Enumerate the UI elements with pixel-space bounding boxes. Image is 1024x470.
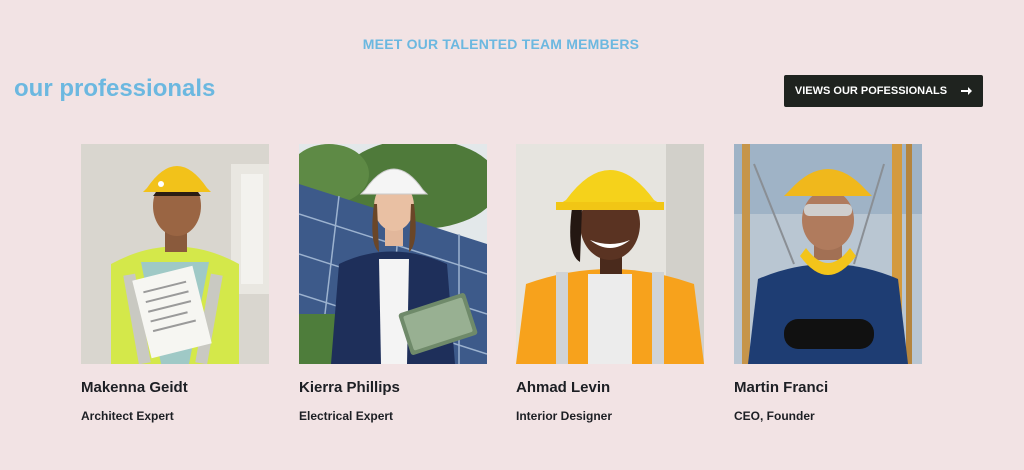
team-member-photo (299, 144, 487, 364)
team-member-role: Architect Expert (81, 409, 174, 423)
team-member-card[interactable]: Martin Franci CEO, Founder (734, 144, 922, 423)
view-professionals-label: VIEWS OUR POFESSIONALS (794, 85, 948, 97)
team-member-card[interactable]: Makenna Geidt Architect Expert (81, 144, 269, 423)
team-member-name[interactable]: Ahmad Levin (516, 379, 704, 396)
arrow-right-icon (961, 87, 973, 95)
team-member-name[interactable]: Kierra Phillips (299, 379, 487, 396)
section-eyebrow: MEET OUR TALENTED TEAM MEMBERS (362, 36, 640, 52)
team-member-role: Electrical Expert (299, 409, 394, 423)
team-member-role: CEO, Founder (734, 409, 815, 423)
team-section: MEET OUR TALENTED TEAM MEMBERS our profe… (0, 0, 1024, 470)
team-member-photo (734, 144, 922, 364)
team-member-photo (81, 144, 269, 364)
team-member-role: Interior Designer (516, 409, 613, 423)
team-member-card[interactable]: Ahmad Levin Interior Designer (516, 144, 704, 423)
view-professionals-button[interactable]: VIEWS OUR POFESSIONALS (784, 75, 983, 107)
section-title: our professionals (14, 75, 216, 102)
team-member-name[interactable]: Martin Franci (734, 379, 922, 396)
team-member-card[interactable]: Kierra Phillips Electrical Expert (299, 144, 487, 423)
team-member-name[interactable]: Makenna Geidt (81, 379, 269, 396)
team-member-photo (516, 144, 704, 364)
